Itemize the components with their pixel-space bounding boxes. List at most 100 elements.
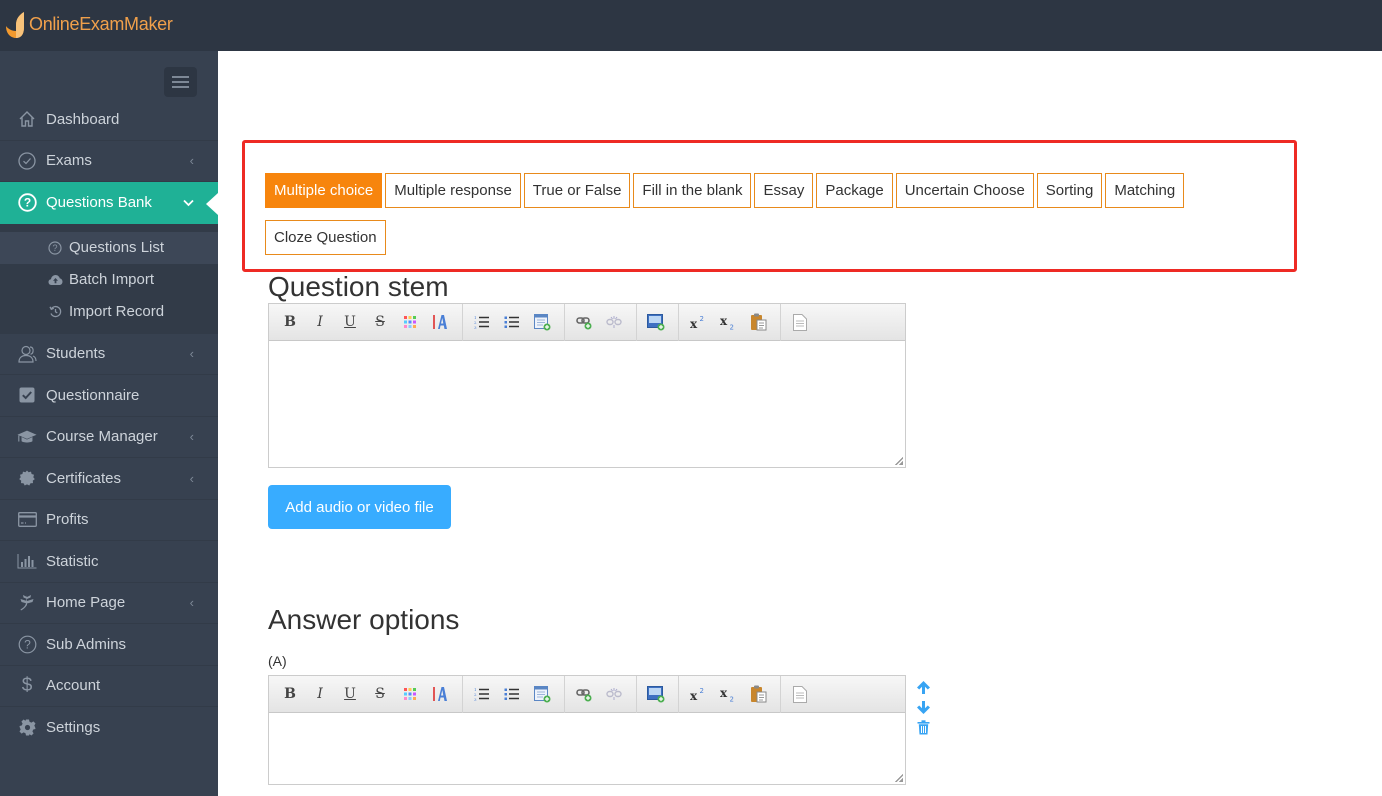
background-color-button[interactable] (427, 309, 453, 335)
svg-text:?: ? (52, 243, 57, 253)
sidebar-item-profits[interactable]: Profits (0, 500, 218, 541)
leaf-icon (17, 593, 37, 613)
insert-table-button[interactable] (529, 309, 555, 335)
move-down-button[interactable] (916, 697, 931, 717)
type-true-or-false-button[interactable]: True or False (523, 173, 631, 208)
italic-button[interactable]: I (307, 681, 333, 707)
option-a-editor: B I U S 123 x 2 x 2 (268, 675, 906, 785)
sidebar-subitem-batch-import[interactable]: Batch Import (0, 264, 218, 296)
option-a-textarea[interactable] (269, 713, 905, 784)
logo-mark-icon (4, 9, 26, 39)
question-type-selector: Multiple choice Multiple response True o… (265, 173, 1245, 267)
sidebar-item-statistic[interactable]: Statistic (0, 541, 218, 583)
insert-link-button[interactable] (571, 309, 597, 335)
sidebar-item-exams[interactable]: Exams ‹ (0, 141, 218, 182)
sidebar-item-course-manager[interactable]: Course Manager ‹ (0, 417, 218, 458)
italic-button[interactable]: I (307, 309, 333, 335)
unordered-list-button[interactable] (499, 681, 525, 707)
chevron-left-icon: ‹ (189, 470, 194, 486)
sidebar-item-label: Statistic (46, 552, 99, 570)
remove-link-button[interactable] (601, 681, 627, 707)
source-button[interactable] (787, 309, 813, 335)
sidebar-item-students[interactable]: Students ‹ (0, 334, 218, 375)
unlink-icon (606, 688, 622, 700)
sidebar-item-questions-bank[interactable]: ? Questions Bank (0, 182, 218, 224)
type-fill-in-the-blank-button[interactable]: Fill in the blank (633, 173, 752, 208)
sidebar-item-label: Questionnaire (46, 386, 140, 404)
sidebar-item-home-page[interactable]: Home Page ‹ (0, 583, 218, 624)
unordered-list-icon (504, 688, 519, 700)
svg-text:x: x (690, 689, 698, 701)
superscript-button[interactable]: x2 (685, 309, 711, 335)
bold-button[interactable]: B (277, 681, 303, 707)
paste-button[interactable] (745, 309, 771, 335)
ordered-list-button[interactable]: 123 (469, 309, 495, 335)
underline-button[interactable]: U (337, 681, 363, 707)
type-matching-button[interactable]: Matching (1105, 173, 1185, 208)
insert-image-button[interactable] (643, 309, 669, 335)
superscript-button[interactable]: x2 (685, 681, 711, 707)
sidebar-item-questionnaire[interactable]: Questionnaire (0, 375, 218, 417)
sidebar-toggle-button[interactable] (164, 67, 197, 97)
type-multiple-choice-button[interactable]: Multiple choice (265, 173, 383, 208)
sidebar-item-dashboard[interactable]: Dashboard (0, 99, 218, 141)
strikethrough-button[interactable]: S (367, 681, 393, 707)
insert-table-button[interactable] (529, 681, 555, 707)
sidebar-subitem-import-record[interactable]: Import Record (0, 296, 218, 328)
font-color-icon (433, 687, 447, 701)
sidebar: Dashboard Exams ‹ ? Questions Bank ? Que… (0, 51, 218, 796)
sidebar-item-label: Account (46, 677, 101, 695)
sidebar-item-settings[interactable]: Settings (0, 707, 218, 749)
svg-text:3: 3 (474, 697, 477, 701)
text-color-button[interactable] (397, 681, 423, 707)
type-cloze-question-button[interactable]: Cloze Question (265, 220, 386, 255)
insert-image-button[interactable] (643, 681, 669, 707)
add-audio-video-button[interactable]: Add audio or video file (268, 485, 451, 529)
sidebar-item-label: Students (46, 345, 106, 363)
sidebar-item-certificates[interactable]: Certificates ‹ (0, 458, 218, 500)
trash-icon (917, 719, 929, 734)
font-color-icon (433, 315, 447, 329)
option-label: (A) (268, 653, 287, 669)
toolbar-group-format: B I U S (277, 303, 463, 341)
underline-button[interactable]: U (337, 309, 363, 335)
background-color-button[interactable] (427, 681, 453, 707)
resize-handle[interactable] (895, 457, 903, 465)
sidebar-item-label: Sub Admins (46, 635, 127, 653)
type-uncertain-choose-button[interactable]: Uncertain Choose (895, 173, 1034, 208)
type-sorting-button[interactable]: Sorting (1036, 173, 1103, 208)
sidebar-item-account[interactable]: $ Account (0, 666, 218, 707)
gear-icon (17, 718, 37, 738)
resize-handle[interactable] (895, 774, 903, 782)
type-multiple-response-button[interactable]: Multiple response (385, 173, 521, 208)
chevron-left-icon: ‹ (189, 595, 194, 611)
unordered-list-button[interactable] (499, 309, 525, 335)
insert-link-button[interactable] (571, 681, 597, 707)
type-package-button[interactable]: Package (816, 173, 893, 208)
text-color-button[interactable] (397, 309, 423, 335)
editor-toolbar: B I U S 123 x 2 x 2 (269, 303, 905, 341)
remove-link-button[interactable] (601, 309, 627, 335)
subscript-button[interactable]: x2 (715, 309, 741, 335)
question-stem-textarea[interactable] (269, 341, 905, 467)
subscript-button[interactable]: x2 (715, 681, 741, 707)
paste-button[interactable] (745, 681, 771, 707)
delete-option-button[interactable] (917, 717, 930, 737)
question-circle-icon: ? (17, 193, 37, 213)
arrow-down-icon (916, 700, 930, 714)
strikethrough-icon: S (375, 686, 385, 702)
strikethrough-button[interactable]: S (367, 309, 393, 335)
sidebar-item-sub-admins[interactable]: ? Sub Admins (0, 624, 218, 666)
menu-bar (172, 86, 189, 88)
type-essay-button[interactable]: Essay (754, 173, 814, 208)
ordered-list-button[interactable]: 123 (469, 681, 495, 707)
move-up-button[interactable] (916, 677, 931, 697)
chevron-down-icon (183, 195, 194, 210)
source-button[interactable] (787, 681, 813, 707)
brand-logo[interactable]: OnlineExamMaker (4, 9, 173, 39)
bold-button[interactable]: B (277, 309, 303, 335)
history-icon (47, 305, 63, 318)
svg-text:3: 3 (474, 325, 477, 329)
sidebar-subitem-questions-list[interactable]: ? Questions List (0, 231, 218, 264)
menu-bar (172, 81, 189, 83)
